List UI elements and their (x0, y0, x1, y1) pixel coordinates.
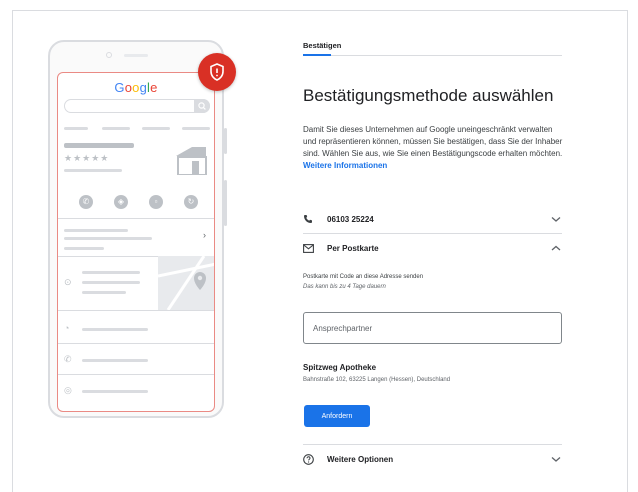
illustration-search-icon (194, 99, 210, 113)
save-icon: ▫ (149, 195, 163, 209)
phone-icon: ✆ (64, 354, 72, 364)
postcard-info: Postkarte mit Code an diese Adresse send… (303, 272, 423, 292)
postcard-duration: Das kann bis zu 4 Tage dauern (303, 284, 386, 290)
page-title: Bestätigungsmethode auswählen (303, 86, 554, 105)
tab-track (303, 55, 562, 56)
placeholder-line (142, 127, 170, 130)
placeholder-line (82, 390, 148, 393)
logo-letter: o (132, 80, 140, 95)
storefront-icon (176, 147, 207, 175)
option-phone-label: 06103 25224 (327, 214, 374, 224)
placeholder-line (82, 291, 126, 294)
google-logo: Google (58, 80, 214, 95)
placeholder-line (82, 271, 140, 274)
divider (303, 233, 562, 234)
directions-icon: ◈ (114, 195, 128, 209)
placeholder-line (82, 281, 140, 284)
help-icon (303, 453, 317, 465)
description-text: Damit Sie dieses Unternehmen auf Google … (303, 125, 563, 158)
placeholder-line (64, 229, 128, 232)
call-icon: ✆ (79, 195, 93, 209)
phone-side-button (224, 128, 227, 154)
contact-person-input[interactable] (303, 312, 562, 344)
option-phone[interactable]: 06103 25224 (303, 212, 562, 226)
business-name: Spitzweg Apotheke (303, 363, 377, 372)
share-icon: ↻ (184, 195, 198, 209)
illustration-search-bar (64, 99, 210, 113)
globe-icon: ◎ (64, 385, 72, 395)
placeholder-line (182, 127, 210, 130)
divider (58, 374, 214, 375)
clock-icon: ◔ (64, 323, 70, 333)
description: Damit Sie dieses Unternehmen auf Google … (303, 124, 565, 172)
stepper-tabs: Bestätigen (303, 41, 562, 56)
postcard-info-text: Postkarte mit Code an diese Adresse send… (303, 274, 424, 280)
business-address: Bahnstraße 102, 63225 Langen (Hessen), D… (303, 377, 451, 383)
option-more-label: Weitere Optionen (327, 454, 394, 464)
logo-letter: g (139, 80, 148, 95)
logo-letter: G (114, 80, 125, 95)
placeholder-line (64, 237, 152, 240)
speaker-bar (124, 54, 148, 57)
camera-dot (106, 52, 112, 58)
map-thumbnail (157, 255, 214, 311)
phone-icon (303, 214, 317, 224)
location-pin-icon: ⊙ (64, 277, 72, 287)
divider (303, 444, 562, 445)
option-postcard[interactable]: Per Postkarte (303, 241, 562, 255)
chevron-right-icon: › (203, 230, 206, 240)
chevron-down-icon[interactable] (550, 213, 562, 225)
learn-more-link[interactable]: Weitere Informationen (303, 161, 387, 170)
chevron-up-icon[interactable] (550, 242, 562, 254)
placeholder-line (64, 169, 122, 172)
phone-side-button (224, 180, 227, 226)
tab-active-indicator (303, 54, 331, 56)
logo-letter: e (150, 80, 158, 95)
tab-bestaetigen[interactable]: Bestätigen (303, 41, 562, 50)
illustration-stars: ★★★★★ (64, 153, 110, 163)
chevron-down-icon[interactable] (550, 453, 562, 465)
option-postcard-label: Per Postkarte (327, 243, 379, 253)
placeholder-line (82, 328, 148, 331)
divider (58, 310, 214, 311)
option-more[interactable]: Weitere Optionen (303, 452, 562, 466)
divider (58, 343, 214, 344)
shield-alert-icon (210, 63, 224, 81)
request-button[interactable]: Anfordern (304, 405, 370, 427)
placeholder-line (64, 143, 134, 148)
mail-icon (303, 243, 317, 253)
placeholder-line (82, 359, 148, 362)
placeholder-line (64, 127, 88, 130)
alert-badge (198, 53, 236, 91)
placeholder-line (102, 127, 130, 130)
divider (58, 218, 214, 219)
phone-illustration: Google ★★★★★ ✆ ◈ ▫ ↻ › ⊙ ◔ ✆ ◎ (48, 40, 227, 418)
phone-screen: Google ★★★★★ ✆ ◈ ▫ ↻ › ⊙ ◔ ✆ ◎ (57, 72, 215, 412)
placeholder-line (64, 247, 104, 250)
